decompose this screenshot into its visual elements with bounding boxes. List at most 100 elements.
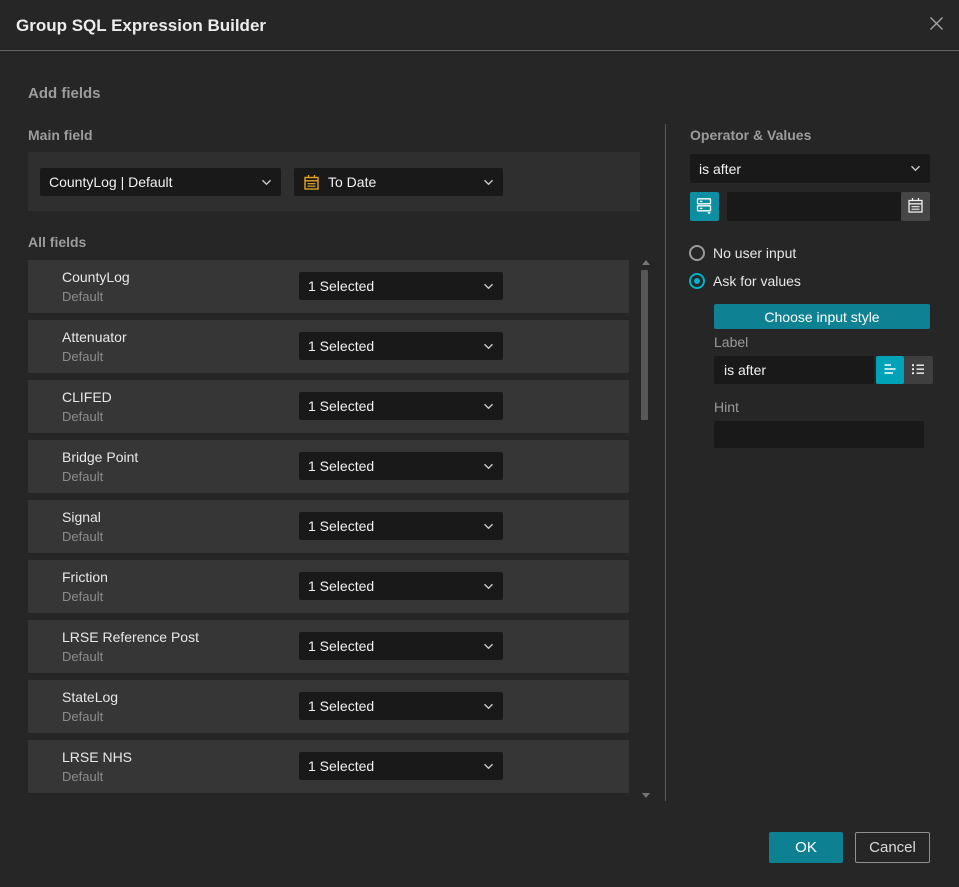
- field-subtitle: Default: [62, 769, 104, 784]
- field-subtitle: Default: [62, 649, 104, 664]
- operator-select[interactable]: is after: [690, 154, 930, 183]
- radio-circle-icon: [689, 245, 705, 261]
- cancel-button[interactable]: Cancel: [855, 832, 930, 863]
- field-row-friction: Friction Default 1 Selected: [28, 560, 629, 613]
- field-name: LRSE Reference Post: [62, 629, 199, 645]
- main-field-label: Main field: [28, 127, 93, 143]
- field-subtitle: Default: [62, 709, 104, 724]
- main-field-panel: CountyLog | Default To Date: [28, 152, 640, 211]
- radio-circle-selected-icon: [689, 273, 705, 289]
- main-field-select[interactable]: CountyLog | Default: [40, 168, 281, 196]
- label-input[interactable]: [714, 356, 874, 384]
- radio-label: No user input: [713, 245, 797, 261]
- field-subtitle: Default: [62, 589, 104, 604]
- chevron-down-icon: [483, 763, 494, 770]
- dialog-title: Group SQL Expression Builder: [16, 16, 267, 35]
- field-list-scrollbar[interactable]: [640, 258, 650, 800]
- field-row-countylog: CountyLog Default 1 Selected: [28, 260, 629, 313]
- main-field-select-value: CountyLog | Default: [49, 174, 173, 190]
- field-selected-value: 1 Selected: [308, 758, 375, 774]
- radio-no-user-input[interactable]: No user input: [689, 245, 796, 261]
- field-name: CountyLog: [62, 269, 130, 285]
- dialog-header: Group SQL Expression Builder: [0, 0, 959, 51]
- hint-input[interactable]: [714, 421, 924, 448]
- field-name: Signal: [62, 509, 101, 525]
- scrollbar-thumb[interactable]: [641, 270, 648, 420]
- chevron-down-icon: [483, 463, 494, 470]
- chevron-down-icon: [483, 523, 494, 530]
- operator-values-heading: Operator & Values: [690, 127, 812, 143]
- close-button[interactable]: [926, 16, 946, 36]
- field-row-lrse-reference-post: LRSE Reference Post Default 1 Selected: [28, 620, 629, 673]
- field-selected-value: 1 Selected: [308, 638, 375, 654]
- field-name: LRSE NHS: [62, 749, 133, 765]
- list-style-button[interactable]: [904, 356, 932, 384]
- single-line-style-button[interactable]: [876, 356, 904, 384]
- date-mode-select[interactable]: To Date: [294, 168, 503, 196]
- field-subtitle: Default: [62, 529, 104, 544]
- chevron-down-icon: [910, 165, 921, 172]
- field-selected-dropdown[interactable]: 1 Selected: [299, 332, 503, 360]
- field-selected-dropdown[interactable]: 1 Selected: [299, 752, 503, 780]
- chevron-down-icon: [483, 703, 494, 710]
- chevron-down-icon: [261, 179, 272, 186]
- field-subtitle: Default: [62, 469, 104, 484]
- field-name: Attenuator: [62, 329, 127, 345]
- field-name: StateLog: [62, 689, 119, 705]
- field-selected-dropdown[interactable]: 1 Selected: [299, 272, 503, 300]
- field-row-attenuator: Attenuator Default 1 Selected: [28, 320, 629, 373]
- close-icon: [927, 14, 946, 38]
- field-name: Bridge Point: [62, 449, 139, 465]
- all-fields-label: All fields: [28, 234, 87, 250]
- field-name: Friction: [62, 569, 108, 585]
- ok-button[interactable]: OK: [769, 832, 843, 863]
- chevron-down-icon: [483, 643, 494, 650]
- chevron-down-icon: [483, 179, 494, 186]
- choose-input-style-button[interactable]: Choose input style: [714, 304, 930, 329]
- field-selected-value: 1 Selected: [308, 698, 375, 714]
- radio-label: Ask for values: [713, 273, 801, 289]
- input-type-button[interactable]: [690, 192, 719, 221]
- date-mode-select-value: To Date: [328, 174, 377, 190]
- calendar-icon: [303, 174, 320, 191]
- field-name: CLIFED: [62, 389, 112, 405]
- field-subtitle: Default: [62, 349, 104, 364]
- field-selected-dropdown[interactable]: 1 Selected: [299, 512, 503, 540]
- field-row-statelog: StateLog Default 1 Selected: [28, 680, 629, 733]
- field-selected-value: 1 Selected: [308, 458, 375, 474]
- radio-ask-for-values[interactable]: Ask for values: [689, 273, 801, 289]
- chevron-down-icon: [483, 283, 494, 290]
- scroll-down-arrow-icon[interactable]: [642, 793, 650, 798]
- field-row-lrse-nhs: LRSE NHS Default 1 Selected: [28, 740, 629, 793]
- calendar-icon: [907, 197, 924, 217]
- field-row-signal: Signal Default 1 Selected: [28, 500, 629, 553]
- input-type-icon: [695, 196, 714, 218]
- chevron-down-icon: [483, 583, 494, 590]
- field-selected-dropdown[interactable]: 1 Selected: [299, 392, 503, 420]
- field-selected-dropdown[interactable]: 1 Selected: [299, 692, 503, 720]
- field-selected-value: 1 Selected: [308, 518, 375, 534]
- list-icon: [909, 360, 927, 381]
- add-fields-heading: Add fields: [28, 85, 101, 102]
- scroll-up-arrow-icon[interactable]: [642, 260, 650, 265]
- field-subtitle: Default: [62, 409, 104, 424]
- field-selected-value: 1 Selected: [308, 338, 375, 354]
- operator-select-value: is after: [699, 160, 742, 177]
- chevron-down-icon: [483, 343, 494, 350]
- field-selected-dropdown[interactable]: 1 Selected: [299, 632, 503, 660]
- field-selected-value: 1 Selected: [308, 578, 375, 594]
- hint-field-label: Hint: [714, 399, 739, 415]
- align-left-icon: [881, 360, 899, 381]
- field-selected-dropdown[interactable]: 1 Selected: [299, 572, 503, 600]
- value-input[interactable]: [727, 192, 901, 221]
- field-row-bridge-point: Bridge Point Default 1 Selected: [28, 440, 629, 493]
- field-selected-value: 1 Selected: [308, 398, 375, 414]
- label-style-toggle-group: [876, 356, 933, 384]
- field-selected-dropdown[interactable]: 1 Selected: [299, 452, 503, 480]
- panel-divider: [665, 124, 666, 801]
- field-selected-value: 1 Selected: [308, 278, 375, 294]
- chevron-down-icon: [483, 403, 494, 410]
- field-subtitle: Default: [62, 289, 104, 304]
- label-field-label: Label: [714, 334, 749, 350]
- value-calendar-button[interactable]: [901, 192, 930, 221]
